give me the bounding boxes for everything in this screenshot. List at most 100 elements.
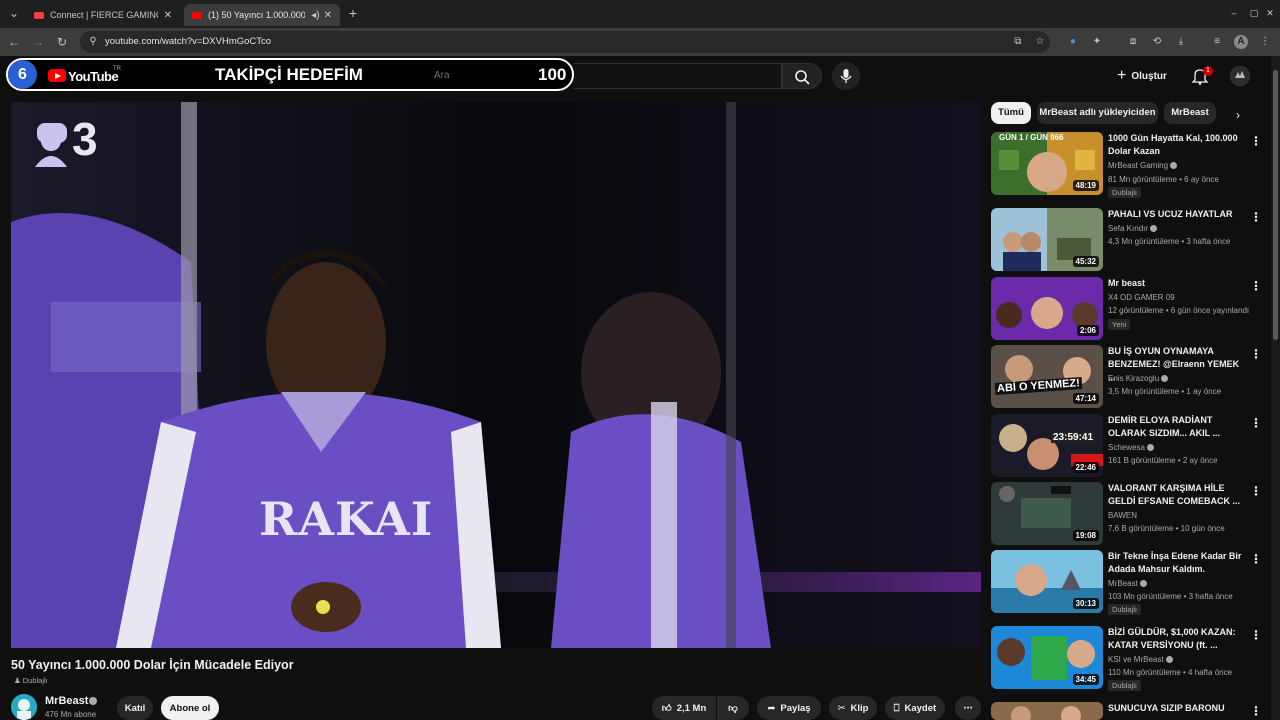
video-thumbnail[interactable]: 19:08 xyxy=(991,482,1103,545)
video-thumbnail[interactable] xyxy=(991,702,1103,720)
video-thumbnail[interactable]: ABİ O YENMEZ! 47:14 xyxy=(991,345,1103,408)
new-tab-button[interactable]: + xyxy=(345,5,361,21)
recommendation-item[interactable]: 30:13 Bir Tekne İnşa Edene Kadar Bir Ada… xyxy=(991,550,1271,615)
dislike-button[interactable]: 👎︎ xyxy=(717,696,749,720)
translate-icon[interactable]: ⧈ xyxy=(1126,35,1140,49)
chip-all[interactable]: Tümü xyxy=(991,102,1031,124)
recommendation-title[interactable]: PAHALI VS UCUZ HAYATLAR xyxy=(1108,208,1248,221)
channel-name[interactable]: MrBeast xyxy=(45,695,88,707)
like-count: 2,1 Mn xyxy=(676,702,707,714)
recommendation-item[interactable]: 19:08 VALORANT KARŞIMA HİLE GELDİ EFSANE… xyxy=(991,482,1271,546)
video-thumbnail[interactable]: 34:45 xyxy=(991,626,1103,689)
more-options-icon[interactable]: ⋮ xyxy=(1250,135,1262,147)
forward-icon[interactable]: → xyxy=(30,34,46,50)
youtube-logo-icon[interactable] xyxy=(48,69,66,82)
tab-list-chevron-icon[interactable]: ⌄ xyxy=(6,5,22,21)
video-player[interactable]: RAKAI xyxy=(11,102,981,648)
profile-avatar[interactable]: A xyxy=(1234,35,1248,49)
minimize-icon[interactable]: – xyxy=(1226,5,1242,21)
more-options-icon[interactable]: ⋮ xyxy=(1250,629,1262,641)
voice-search-button[interactable] xyxy=(832,62,860,90)
history-icon[interactable]: ⟲ xyxy=(1150,35,1164,49)
video-thumbnail[interactable]: GÜN 1 / GÜN 966 48:19 xyxy=(991,132,1103,195)
url-text[interactable]: youtube.com/watch?v=DXVHmGoCTco xyxy=(105,36,271,47)
save-button[interactable]: ⎕ Kaydet xyxy=(885,696,945,720)
recommendation-title[interactable]: BİZİ GÜLDÜR, $1,000 KAZAN: KATAR VERSİYO… xyxy=(1108,626,1248,652)
viewer-count: 3 xyxy=(72,113,98,165)
recommendation-title[interactable]: 1000 Gün Hayatta Kal, 100.000 Dolar Kaza… xyxy=(1108,132,1248,158)
tab-youtube-video[interactable]: (1) 50 Yayıncı 1.000.000 Dol ◂) ✕ xyxy=(184,4,340,26)
close-window-icon[interactable]: ✕ xyxy=(1262,5,1278,21)
subscribe-button[interactable]: Abone ol xyxy=(161,696,219,720)
recommendation-item[interactable]: 2:06 Mr beast X4 OD GAMER 09 12 görüntül… xyxy=(991,277,1271,341)
bookmark-star-icon[interactable]: ☆ xyxy=(1033,35,1047,49)
recommendation-channel[interactable]: KSI ve MrBeast xyxy=(1108,655,1173,664)
close-tab-icon[interactable]: ✕ xyxy=(324,10,332,21)
browser-menu-icon[interactable]: ⋮ xyxy=(1258,35,1272,49)
more-options-icon[interactable]: ⋮ xyxy=(1250,348,1262,360)
recommendation-channel[interactable]: BAWEN xyxy=(1108,511,1137,520)
recommendation-title[interactable]: DEMİR ELOYA RADİANT OLARAK SIZDIM... AKI… xyxy=(1108,414,1248,440)
video-duration: 47:14 xyxy=(1072,393,1099,404)
maximize-icon[interactable]: ▢ xyxy=(1246,5,1262,21)
recommendation-channel[interactable]: MrBeast Gaming xyxy=(1108,161,1178,170)
video-thumbnail[interactable]: 2:06 xyxy=(991,277,1103,340)
search-input-extension[interactable] xyxy=(574,63,782,89)
recommendation-channel[interactable]: Sefa Kındır xyxy=(1108,224,1158,233)
more-options-icon[interactable]: ⋮ xyxy=(1250,553,1262,565)
video-duration: 19:08 xyxy=(1072,530,1099,541)
search-placeholder[interactable]: Ara xyxy=(434,70,450,81)
close-tab-icon[interactable]: ✕ xyxy=(164,10,172,21)
video-thumbnail[interactable]: 23:59:41 22:46 xyxy=(991,414,1103,477)
join-button[interactable]: Katıl xyxy=(117,696,153,720)
back-icon[interactable]: ← xyxy=(6,34,22,50)
tab-fierce-gaming[interactable]: Connect | FIERCE GAMING ✕ xyxy=(26,4,180,26)
more-options-icon[interactable]: ⋮ xyxy=(1250,280,1262,292)
chip-mrbeast[interactable]: MrBeast xyxy=(1164,102,1216,124)
recommendation-channel[interactable]: X4 OD GAMER 09 xyxy=(1108,293,1175,302)
reload-icon[interactable]: ↻ xyxy=(54,34,70,50)
video-thumbnail[interactable]: 30:13 xyxy=(991,550,1103,613)
recommendation-channel[interactable]: Schewesa xyxy=(1108,443,1154,452)
browser-tab-bar: ⌄ Connect | FIERCE GAMING ✕ (1) 50 Yayın… xyxy=(0,0,1280,28)
clip-button[interactable]: ✂ Klip xyxy=(829,696,877,720)
reading-list-icon[interactable]: ≡ xyxy=(1210,35,1224,49)
recommendation-title[interactable]: SUNUCUYA SIZIP BARONU xyxy=(1108,702,1248,715)
more-options-icon[interactable]: ⋮ xyxy=(1250,485,1262,497)
recommendation-item[interactable]: ABİ O YENMEZ! 47:14 BU İŞ OYUN OYNAMAYA … xyxy=(991,345,1271,409)
extensions-puzzle-icon[interactable]: ✦ xyxy=(1090,35,1104,49)
like-button[interactable]: 👍︎ 2,1 Mn xyxy=(652,696,716,720)
recommendation-title[interactable]: Bir Tekne İnşa Edene Kadar Bir Adada Mah… xyxy=(1108,550,1248,576)
recommendation-meta: 12 görüntüleme • 6 gün önce yayınlandı xyxy=(1108,306,1250,315)
channel-avatar[interactable] xyxy=(11,694,37,720)
scrollbar-thumb[interactable] xyxy=(1273,70,1278,340)
verified-icon xyxy=(89,697,97,705)
video-thumbnail[interactable]: 45:32 xyxy=(991,208,1103,271)
recommendation-item[interactable]: 23:59:41 22:46 DEMİR ELOYA RADİANT OLARA… xyxy=(991,414,1271,478)
chip-from-uploader[interactable]: MrBeast adlı yükleyiciden xyxy=(1037,102,1158,124)
more-options-icon[interactable]: ⋮ xyxy=(1250,211,1262,223)
more-options-icon[interactable]: ⋮ xyxy=(1250,705,1262,717)
recommendation-channel[interactable]: MrBeast xyxy=(1108,579,1147,588)
share-button[interactable]: ➦ Paylaş xyxy=(757,696,821,720)
download-icon[interactable]: ⤓ xyxy=(1174,35,1188,49)
youtube-logo-text[interactable]: YouTube xyxy=(68,69,119,84)
account-avatar[interactable] xyxy=(1230,66,1250,86)
recommendation-item[interactable]: 34:45 BİZİ GÜLDÜR, $1,000 KAZAN: KATAR V… xyxy=(991,626,1271,691)
chevron-right-icon[interactable]: › xyxy=(1236,108,1240,122)
channel-name-text: KSI ve MrBeast xyxy=(1108,655,1164,664)
search-button[interactable] xyxy=(782,63,822,89)
recommendation-title[interactable]: VALORANT KARŞIMA HİLE GELDİ EFSANE COMEB… xyxy=(1108,482,1248,508)
more-options-icon[interactable]: ⋮ xyxy=(1250,417,1262,429)
recommendation-title[interactable]: Mr beast xyxy=(1108,277,1248,290)
recommendation-channel[interactable]: Enis Kirazoglu xyxy=(1108,374,1169,383)
recommendation-item[interactable]: GÜN 1 / GÜN 966 48:19 1000 Gün Hayatta K… xyxy=(991,132,1271,198)
create-button[interactable]: + Oluştur xyxy=(1117,64,1177,88)
recommendation-item[interactable]: SUNUCUYA SIZIP BARONU ⋮ xyxy=(991,702,1271,720)
install-app-icon[interactable]: ⧉ xyxy=(1011,35,1025,49)
site-info-icon[interactable]: ⚲ xyxy=(85,34,101,50)
extension-blue-icon[interactable]: ● xyxy=(1066,35,1080,49)
recommendation-item[interactable]: 45:32 PAHALI VS UCUZ HAYATLAR Sefa Kındı… xyxy=(991,208,1271,272)
thumbnail-text: GÜN 1 / GÜN 966 xyxy=(999,133,1064,142)
more-actions-button[interactable]: ⋯ xyxy=(955,696,981,720)
